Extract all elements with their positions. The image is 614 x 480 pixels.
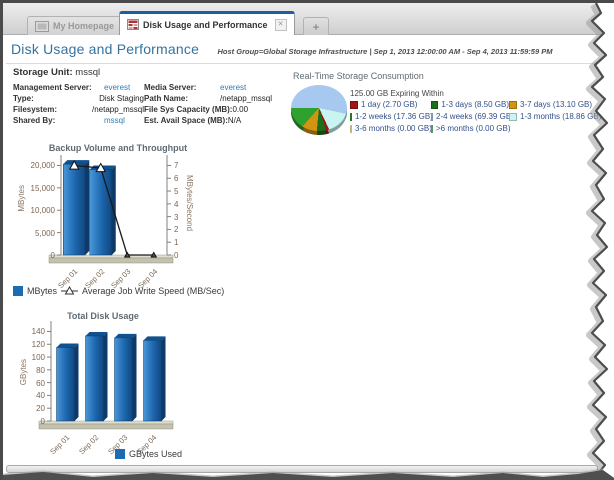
legend-label: GBytes Used xyxy=(129,449,182,459)
bar-Sep 03[interactable] xyxy=(115,334,137,421)
y-tick-label: 5 xyxy=(174,187,196,196)
y-tick-label: 0 xyxy=(174,251,196,260)
storage-row: Management Server: everest Media Server:… xyxy=(13,82,293,93)
y-tick-label: 7 xyxy=(174,161,196,170)
legend-item: 3-7 days (13.10 GB) xyxy=(509,100,614,109)
legend-chip xyxy=(431,113,433,121)
pie-section-title: Real-Time Storage Consumption xyxy=(293,71,424,81)
bar-Sep 01[interactable] xyxy=(63,160,89,255)
legend-chip xyxy=(350,113,352,121)
y-tick-label: 15,000 xyxy=(19,184,55,193)
pie-legend: 1 day (2.70 GB) 1-3 days (8.50 GB) 3-7 d… xyxy=(350,100,614,133)
close-icon[interactable]: ✕ xyxy=(275,19,287,31)
disk-chart-legend: GBytes Used xyxy=(115,449,182,459)
expiry-pie-chart[interactable] xyxy=(291,85,349,137)
legend-item: 3-6 months (0.00 GB) xyxy=(350,124,431,133)
tab-bar: My Homepage Disk Usage and Performance ✕… xyxy=(3,3,614,35)
path-name-value: /netapp_mssql xyxy=(220,93,272,104)
y-tick-label: 4 xyxy=(174,200,196,209)
media-server-link[interactable]: everest xyxy=(220,82,246,93)
storage-row: Type: Disk Staging Path Name: /netapp_ms… xyxy=(13,93,293,104)
shared-by-link[interactable]: mssql xyxy=(104,115,125,126)
pie-face[interactable] xyxy=(291,85,347,131)
y-tick-label: 140 xyxy=(9,327,45,336)
management-server-link[interactable]: everest xyxy=(104,82,130,93)
legend-item: >6 months (0.00 GB) xyxy=(431,124,509,133)
legend-item: 2-4 weeks (69.39 GB) xyxy=(431,112,509,121)
y-tick-label: 120 xyxy=(9,340,45,349)
tab-my-homepage[interactable]: My Homepage xyxy=(27,16,122,35)
legend-label: MBytes xyxy=(27,286,57,296)
bar-Sep 01[interactable] xyxy=(57,343,79,421)
report-table-icon xyxy=(127,19,139,30)
fs-capacity-value: 0.00 xyxy=(232,104,248,115)
pie-section: Real-Time Storage Consumption 125.00 GB … xyxy=(291,69,614,149)
y-tick-label: 100 xyxy=(9,353,45,362)
legend-label: Average Job Write Speed (MB/Sec) xyxy=(82,286,224,296)
header-separator xyxy=(6,63,614,64)
y-tick-label: 2 xyxy=(174,225,196,234)
tab-label: My Homepage xyxy=(53,21,114,31)
legend-chip xyxy=(509,113,517,121)
legend-item: 1 day (2.70 GB) xyxy=(350,100,431,109)
homepage-icon xyxy=(35,21,49,32)
tab-disk-usage-and-performance[interactable]: Disk Usage and Performance ✕ xyxy=(119,11,295,35)
y-tick-label: 1 xyxy=(174,238,196,247)
report-context: Host Group=Global Storage Infrastructure… xyxy=(218,47,553,56)
backup-volume-chart: Backup Volume and Throughput MBytes MByt… xyxy=(3,141,253,305)
y-tick-label: 6 xyxy=(174,174,196,183)
y-tick-label: 20 xyxy=(9,404,45,413)
legend-chip xyxy=(431,101,438,109)
bar-Sep 02[interactable] xyxy=(90,166,116,255)
pie-legend-header: 125.00 GB Expiring Within xyxy=(350,89,444,98)
y-tick-label: 10,000 xyxy=(19,206,55,215)
horizontal-scrollbar[interactable] xyxy=(6,465,598,473)
y-tick-label: 0 xyxy=(9,417,45,426)
storage-row: Shared By: mssql Est. Avail Space (MB): … xyxy=(13,115,293,126)
total-disk-usage-chart: Total Disk Usage GBytes 0204060801001201… xyxy=(3,307,253,463)
legend-item: 1-3 months (18.86 GB) xyxy=(509,112,614,121)
page-header: Disk Usage and Performance Host Group=Gl… xyxy=(11,41,614,65)
type-value: Disk Staging xyxy=(99,93,144,104)
legend-item: 1-3 days (8.50 GB) xyxy=(431,100,509,109)
y-tick-label: 5,000 xyxy=(19,229,55,238)
app-window: My Homepage Disk Usage and Performance ✕… xyxy=(0,0,614,480)
avail-space-value: N/A xyxy=(228,115,241,126)
legend-item: 1-2 weeks (17.36 GB) xyxy=(350,112,431,121)
y-tick-label: 20,000 xyxy=(19,161,55,170)
bar-Sep 04[interactable] xyxy=(144,336,166,421)
y-tick-label: 40 xyxy=(9,391,45,400)
tab-label: Disk Usage and Performance xyxy=(143,20,268,30)
y-tick-label: 80 xyxy=(9,366,45,375)
legend-chip xyxy=(350,101,358,109)
bar-Sep 02[interactable] xyxy=(86,332,108,421)
line-marker xyxy=(151,253,156,258)
legend-chip xyxy=(350,125,352,133)
page-title: Disk Usage and Performance xyxy=(11,41,199,57)
storage-unit-panel: Storage Unit: mssql Management Server: e… xyxy=(13,67,293,126)
legend-chip xyxy=(431,125,433,133)
backup-chart-legend: MBytes Average Job Write Speed (MB/Sec) xyxy=(13,286,224,296)
y-tick-label: 60 xyxy=(9,379,45,388)
storage-row: Filesystem: /netapp_mssql File Sys Capac… xyxy=(13,104,293,115)
legend-chip xyxy=(13,286,23,296)
y-tick-label: 0 xyxy=(19,251,55,260)
line-marker-icon xyxy=(61,286,78,296)
legend-chip xyxy=(115,449,125,459)
y-tick-label: 3 xyxy=(174,213,196,222)
new-tab-button[interactable]: + xyxy=(303,17,329,35)
storage-unit-title: Storage Unit: mssql xyxy=(13,67,293,78)
filesystem-value: /netapp_mssql xyxy=(92,104,144,115)
line-marker xyxy=(125,253,130,258)
legend-chip xyxy=(509,101,517,109)
